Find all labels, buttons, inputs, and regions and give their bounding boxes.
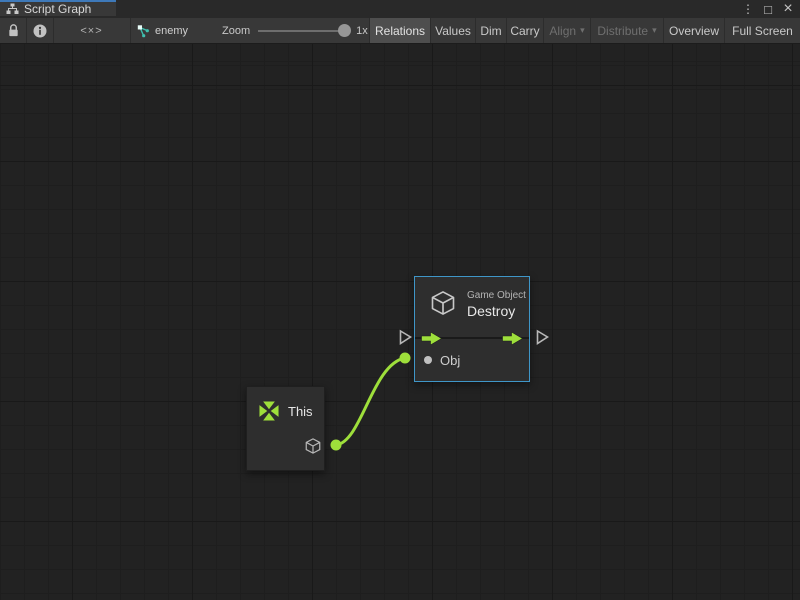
align-dropdown-button[interactable]: Align ▾	[544, 18, 591, 43]
info-button[interactable]	[27, 18, 53, 43]
node-title: Destroy	[467, 303, 526, 319]
tab-script-graph[interactable]: Script Graph	[0, 0, 116, 16]
node-destroy[interactable]: Game Object Destroy Obj	[414, 276, 530, 382]
info-icon	[33, 24, 47, 38]
zoom-slider-track[interactable]	[258, 30, 346, 32]
obj-input-label: Obj	[440, 353, 460, 368]
game-object-cube-icon	[429, 289, 457, 317]
chevron-down-icon: ▾	[580, 26, 585, 35]
connection-target-dot[interactable]	[400, 353, 411, 364]
connections-overlay	[0, 44, 800, 600]
graph-asset-icon	[136, 24, 150, 38]
code-ports-toggle-button[interactable]: <×>	[54, 18, 129, 43]
zoom-control: Zoom 1x	[222, 18, 368, 43]
lock-button[interactable]	[0, 18, 26, 43]
relations-button[interactable]: Relations	[370, 18, 431, 43]
game-object-output-port-icon[interactable]	[304, 437, 322, 455]
values-button[interactable]: Values	[431, 18, 476, 43]
graph-canvas[interactable]: This Game Object Dest	[0, 44, 800, 600]
obj-input-port[interactable]	[424, 356, 432, 364]
toolbar-separator	[130, 18, 131, 43]
graph-toolbar: <×> enemy Zoom 1x Relations Va	[0, 18, 800, 44]
node-title: This	[288, 404, 313, 419]
node-destroy-header: Game Object Destroy	[415, 277, 529, 319]
toolbar-button-row: Relations Values Dim Carry Align ▾ Distr…	[369, 18, 800, 43]
graph-name: enemy	[155, 25, 188, 37]
overview-button[interactable]: Overview	[664, 18, 725, 43]
trigger-input-arrow-icon[interactable]	[421, 332, 442, 345]
close-icon[interactable]: ×	[780, 0, 796, 18]
distribute-dropdown-button[interactable]: Distribute ▾	[591, 18, 664, 43]
window-menu-icon[interactable]: ⋮	[740, 0, 756, 18]
self-icon	[256, 398, 282, 424]
maximize-icon[interactable]: □	[760, 0, 776, 18]
script-graph-icon	[6, 3, 19, 15]
connection-this-to-destroy[interactable]	[336, 358, 405, 445]
graph-breadcrumb[interactable]: enemy	[136, 18, 188, 43]
node-category: Game Object	[467, 290, 526, 301]
node-header-texts: Game Object Destroy	[467, 289, 526, 319]
connection-source-dot[interactable]	[331, 440, 342, 451]
node-this[interactable]: This	[246, 386, 325, 471]
obj-input-row: Obj	[415, 352, 460, 368]
chevron-down-icon: ▾	[652, 26, 657, 35]
carry-button[interactable]: Carry	[507, 18, 544, 43]
full-screen-button[interactable]: Full Screen	[725, 18, 800, 43]
zoom-value: 1x	[356, 25, 368, 37]
zoom-slider[interactable]	[258, 18, 354, 43]
zoom-label: Zoom	[222, 25, 250, 37]
tab-bar: Script Graph ⋮ □ ×	[0, 0, 800, 18]
trigger-output-arrow-icon[interactable]	[502, 332, 523, 345]
node-this-header: This	[247, 387, 324, 424]
window-controls: ⋮ □ ×	[740, 0, 796, 18]
script-graph-window: Script Graph ⋮ □ × <×>	[0, 0, 800, 600]
zoom-slider-handle[interactable]	[338, 24, 351, 37]
tab-title: Script Graph	[24, 2, 91, 16]
lock-icon	[7, 23, 20, 38]
dim-button[interactable]: Dim	[476, 18, 507, 43]
node-exit-port-triangle[interactable]	[538, 331, 548, 344]
node-entry-port-triangle[interactable]	[401, 331, 411, 344]
